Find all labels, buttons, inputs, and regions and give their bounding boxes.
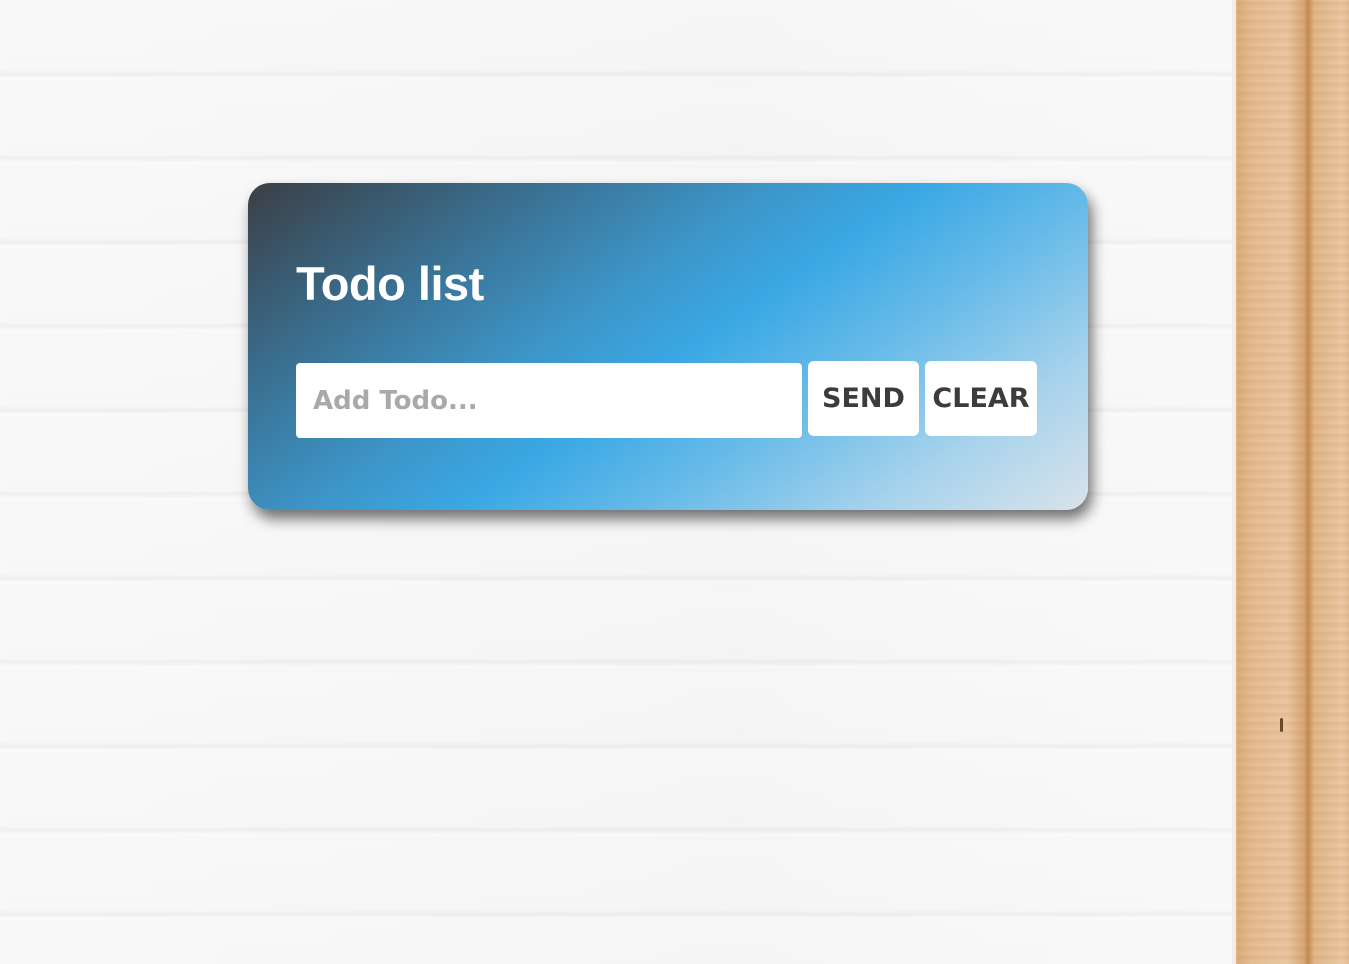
clear-button[interactable]: CLEAR (925, 361, 1037, 436)
todo-card: Todo list SEND CLEAR (248, 183, 1088, 510)
wood-frame (1232, 0, 1349, 964)
page-title: Todo list (296, 257, 484, 310)
send-button[interactable]: SEND (808, 361, 919, 436)
add-todo-input[interactable] (296, 363, 802, 438)
wood-knot (1280, 718, 1283, 732)
